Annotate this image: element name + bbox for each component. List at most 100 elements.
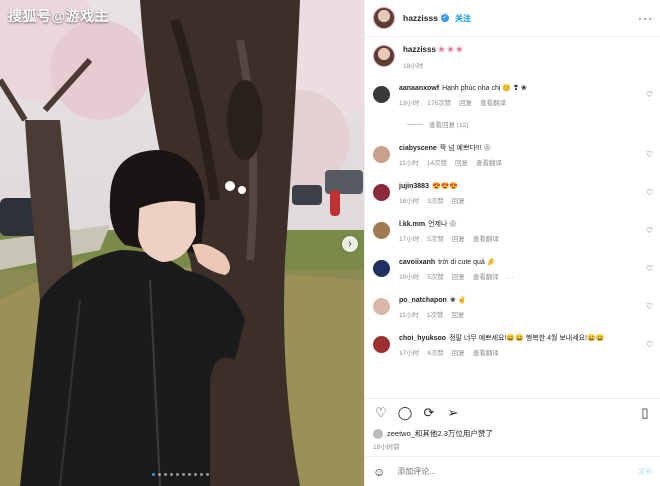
comment-text: Hạnh phúc nha chị 😊 ❣ ❀ [442,85,527,92]
comment-text: trời di cute quá 🤌 [438,259,496,266]
carousel-dot [170,473,173,476]
caption-text: ❀ ❀ ❀ [438,45,463,54]
comment-text: 언제나 ❀ [428,221,457,228]
comment-more-icon[interactable]: ··· [507,274,514,281]
post-actions: ♡ ◯ ⟳ ➢ ▯ zeetwo_和其他2.3万位用户赞了 18小时前 [365,398,660,451]
carousel-dot [152,473,155,476]
share-icon[interactable]: ➢ [445,405,461,421]
emoji-icon[interactable]: ☺ [373,465,385,479]
reply-button[interactable]: 回复 [459,100,472,107]
add-comment-bar: ☺ 发布 [365,456,660,486]
comment-heart-icon[interactable]: ♡ [646,226,653,235]
comment-time: 18小时 [399,198,420,205]
follow-button[interactable]: 关注 [455,13,471,24]
commenter-avatar[interactable] [373,336,390,353]
commenter-username[interactable]: choi_hyuksoo [399,335,446,342]
commenter-username[interactable]: ciabyscene [399,145,437,152]
carousel-dot [194,473,197,476]
reply-button[interactable]: 回复 [451,312,464,319]
comment-heart-icon[interactable]: ♡ [646,264,653,273]
commenter-avatar[interactable] [373,184,390,201]
likes-text: zeetwo_和其他2.3万位用户赞了 [387,429,493,438]
comment-time: 17小时 [399,236,420,243]
commenter-username[interactable]: cavoiixanh [399,259,435,266]
comment-time: 11小时 [399,160,419,167]
translate-button[interactable]: 查看翻译 [473,236,499,243]
translate-button[interactable]: 查看翻译 [473,350,499,357]
likes-summary[interactable]: zeetwo_和其他2.3万位用户赞了 [365,422,660,439]
comment-item: po_natchapon ❀ ✌ 11小时 1次赞 回复 ♡ [365,296,660,334]
comment-likes[interactable]: 1次赞 [427,312,444,319]
commenter-username[interactable]: jujin3883 [399,183,429,190]
carousel-dot [200,473,203,476]
comment-time: 11小时 [399,312,419,319]
translate-button[interactable]: 查看翻译 [473,274,499,281]
comment-likes[interactable]: 5次赞 [427,236,444,243]
commenter-avatar[interactable] [373,298,390,315]
reply-button[interactable]: 回复 [452,236,465,243]
comment-heart-icon[interactable]: ♡ [646,150,653,159]
caption-time: 18小时 [403,63,424,70]
commenter-avatar[interactable] [373,86,390,103]
carousel-dot [188,473,191,476]
repost-icon[interactable]: ⟳ [421,405,437,421]
comment-item: choi_hyuksoo 정말 너무 예쁘세요!😄😄 행복한 4월 보내세요!😄😄… [365,334,660,378]
post-header: hazzisss ✓ 关注 ··· [365,0,660,37]
reply-button[interactable]: 回复 [452,350,465,357]
photo-illustration [0,0,364,486]
author-avatar[interactable] [373,7,395,29]
carousel-dot [182,473,185,476]
watermark-text: 搜狐号@游戏主 [8,8,110,24]
caption-avatar[interactable] [373,45,395,67]
comment-heart-icon[interactable]: ♡ [646,188,653,197]
post-comment-button[interactable]: 发布 [638,466,653,477]
view-replies-button[interactable]: 查看回复 (12) [407,118,660,130]
commenter-avatar[interactable] [373,260,390,277]
comment-item: aanaanxowf Hạnh phúc nha chị 😊 ❣ ❀ 13小时 17… [365,84,660,110]
comment-text: ❀ ✌ [449,297,467,304]
carousel-dot [164,473,167,476]
commenter-avatar[interactable] [373,146,390,163]
translate-button[interactable]: 查看翻译 [480,100,506,107]
add-comment-input[interactable] [395,466,600,477]
commenter-username[interactable]: l.kk.mm [399,221,425,228]
comment-likes[interactable]: 4次赞 [427,350,444,357]
more-icon[interactable]: ··· [638,11,653,25]
commenter-username[interactable]: po_natchapon [399,297,447,304]
comment-likes[interactable]: 14次赞 [427,160,447,167]
commenter-avatar[interactable] [373,222,390,239]
translate-button[interactable]: 查看翻译 [476,160,502,167]
bookmark-icon[interactable]: ▯ [637,405,653,421]
reply-button[interactable]: 回复 [452,198,465,205]
post-side-panel: hazzisss ✓ 关注 ··· hazzisss ❀ ❀ ❀ 18小时 aa… [364,0,660,486]
instagram-post-window: 搜狐号@游戏主 › hazzisss ✓ 关注 ··· hazzisss ❀ ❀… [0,0,660,486]
comment-heart-icon[interactable]: ♡ [646,90,653,99]
carousel-dot [206,473,209,476]
comment-time: 13小时 [399,100,420,107]
comment-heart-icon[interactable]: ♡ [646,340,653,349]
next-photo-icon[interactable]: › [342,236,358,252]
caption-username[interactable]: hazzisss [403,45,436,54]
comment-time: 17小时 [399,350,420,357]
comment-item: cavoiixanh trời di cute quá 🤌 10小时 5次赞 回复 查看… [365,258,660,296]
comment-icon[interactable]: ◯ [397,405,413,421]
verified-icon: ✓ [440,14,449,22]
comment-item: l.kk.mm 언제나 ❀ 17小时 5次赞 回复 查看翻译 ♡ [365,220,660,258]
comment-likes[interactable]: 5次赞 [427,274,444,281]
author-username[interactable]: hazzisss [403,13,438,23]
comment-time: 10小时 [399,274,420,281]
comment-heart-icon[interactable]: ♡ [646,302,653,311]
carousel-dots [152,473,209,476]
reply-button[interactable]: 回复 [452,274,465,281]
post-time: 18小时前 [373,444,400,451]
reply-button[interactable]: 回复 [455,160,468,167]
carousel-dot [176,473,179,476]
comment-likes[interactable]: 3次赞 [427,198,444,205]
post-photo[interactable]: 搜狐号@游戏主 › [0,0,364,486]
comment-likes[interactable]: 176次赞 [427,100,451,107]
heart-icon[interactable]: ♡ [373,405,389,421]
comment-list: aanaanxowf Hạnh phúc nha chị 😊 ❣ ❀ 13小时 17… [365,84,660,378]
comment-item: jujin3883 😍😍😍 18小时 3次赞 回复 ♡ [365,182,660,220]
comment-item: ciabyscene 짝 넘 예쁘다!!! ❀ 11小时 14次赞 回复 查看翻译 ♡ [365,144,660,182]
commenter-username[interactable]: aanaanxowf [399,85,439,92]
